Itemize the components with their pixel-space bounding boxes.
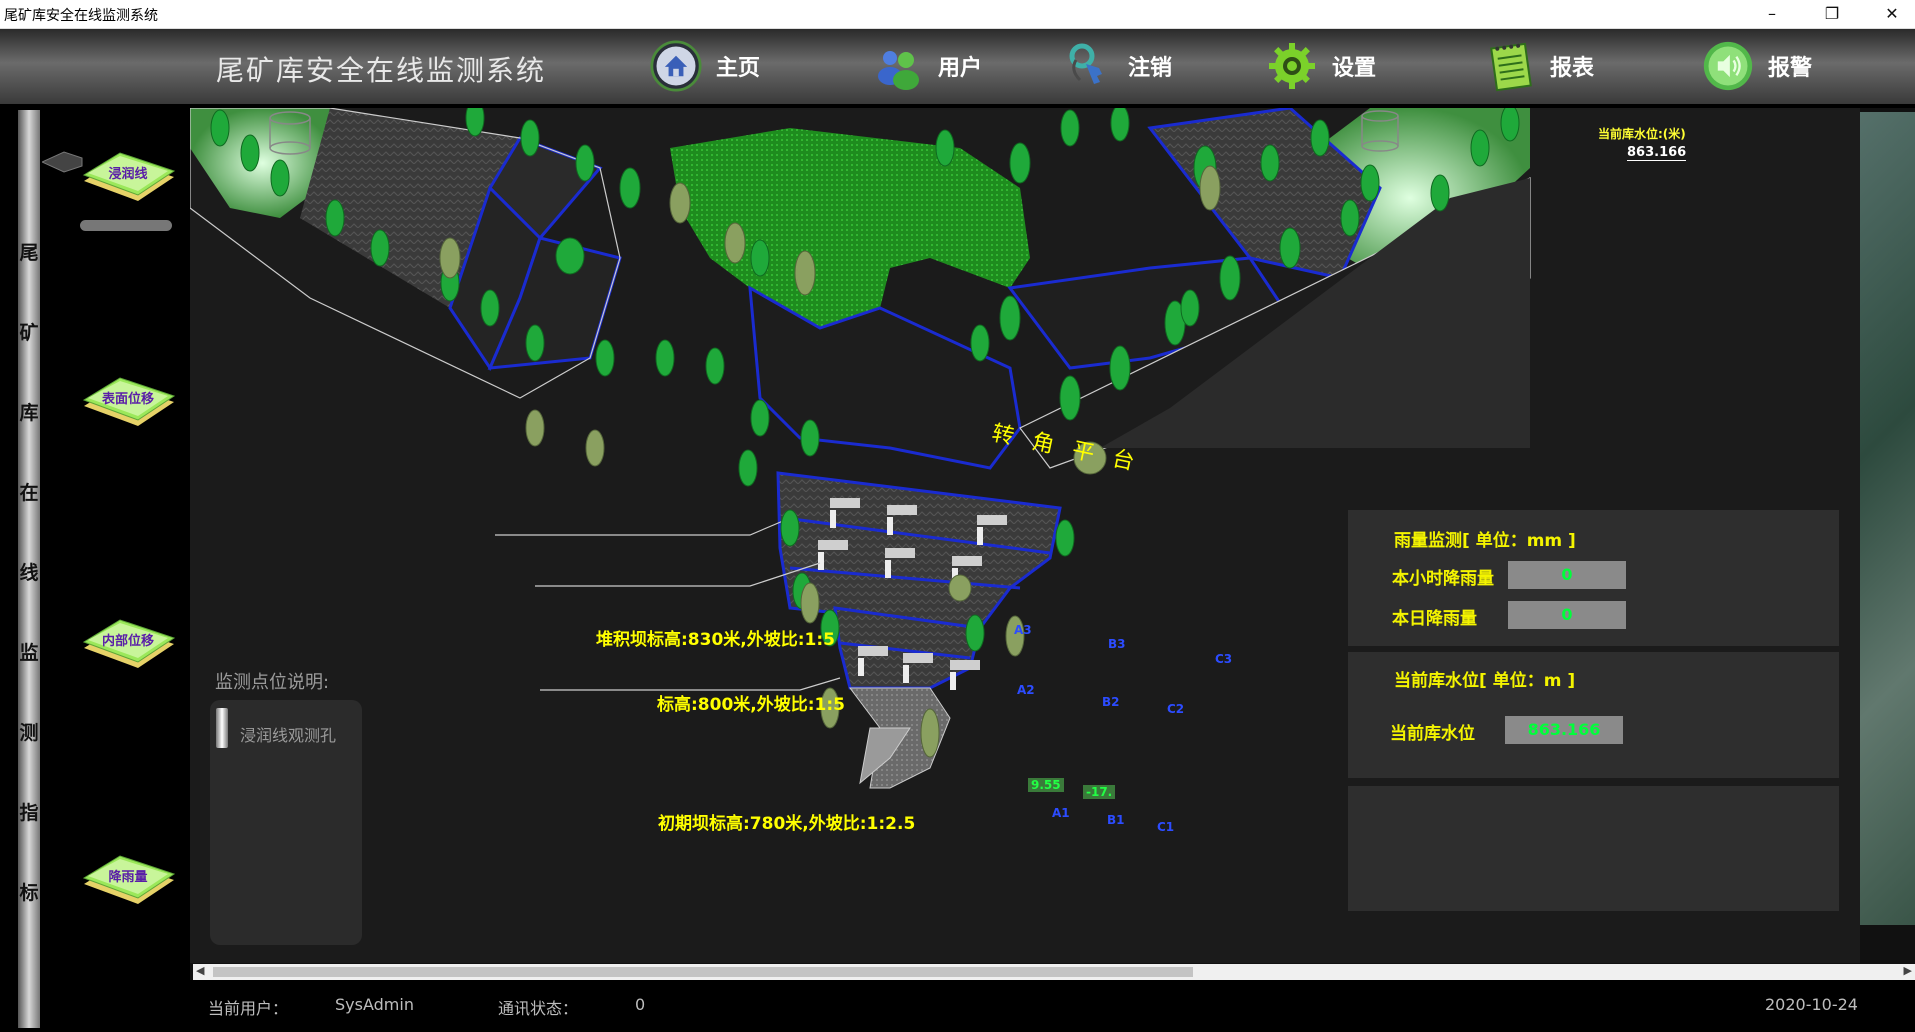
nav-users-label: 用户 xyxy=(938,56,983,81)
satellite-image xyxy=(1860,112,1915,925)
hourly-rain-value: 0 xyxy=(1508,561,1626,589)
annotation-800m: 标高:800米,外坡比:1:5 xyxy=(657,695,845,715)
status-bar: 当前用户： SysAdmin 通讯状态： 0 2020-10-24 xyxy=(190,980,1915,1032)
point-label[interactable]: B1 xyxy=(1107,813,1125,827)
nav-home-label: 主页 xyxy=(716,56,761,81)
nav-logout[interactable]: 注销 xyxy=(1062,36,1172,96)
window-title: 尾矿库安全在线监测系统 xyxy=(4,8,158,24)
minimize-button[interactable]: – xyxy=(1752,2,1792,26)
restore-button[interactable]: ❐ xyxy=(1812,2,1852,26)
key-icon xyxy=(1062,40,1114,92)
gear-icon xyxy=(1266,40,1318,92)
rain-monitor-panel: 雨量监测[ 单位：mm ] 本小时降雨量 0 本日降雨量 0 xyxy=(1348,510,1839,646)
app-title: 尾矿库安全在线监测系统 xyxy=(216,54,547,87)
hourly-rain-label: 本小时降雨量 xyxy=(1392,569,1494,589)
nav-reports-label: 报表 xyxy=(1550,56,1595,81)
water-level-overlay-value: 863.166 xyxy=(1627,145,1687,161)
nav-settings-label: 设置 xyxy=(1332,56,1377,81)
home-icon xyxy=(650,40,702,92)
forest-patch xyxy=(670,128,1030,328)
sidebar-item-internal-displacement[interactable]: 内部位移 xyxy=(80,614,176,672)
well-icon xyxy=(216,708,228,748)
legend-title: 监测点位说明: xyxy=(215,672,330,693)
annotation-830m: 堆积坝标高:830米,外坡比:1:5 xyxy=(596,630,835,650)
annotation-780m: 初期坝标高:780米,外坡比:1:2.5 xyxy=(658,814,916,834)
vertical-title-char: 库 xyxy=(19,402,39,424)
nav-users[interactable]: 用户 xyxy=(872,36,982,96)
users-icon xyxy=(872,40,924,92)
vertical-title-char: 线 xyxy=(19,562,39,584)
status-date: 2020-10-24 xyxy=(1765,995,1858,1014)
legend-panel: 浸润线观测孔 xyxy=(210,700,362,945)
notepad-icon xyxy=(1484,40,1536,92)
close-button[interactable]: ✕ xyxy=(1872,2,1912,26)
vertical-title-char: 标 xyxy=(19,882,39,904)
point-label[interactable]: C3 xyxy=(1215,652,1232,666)
water-level-label: 当前库水位 xyxy=(1390,724,1475,744)
current-user-label: 当前用户： xyxy=(208,999,289,1018)
turning-platform xyxy=(748,285,1022,470)
nav-alarm[interactable]: 报警 xyxy=(1702,36,1812,96)
sidebar-item-label: 浸润线 xyxy=(108,167,148,182)
comm-status-label: 通讯状态： xyxy=(498,999,579,1018)
empty-panel xyxy=(1348,786,1839,911)
nav-logout-label: 注销 xyxy=(1128,56,1173,81)
scroll-right-icon[interactable]: ▶ xyxy=(1904,964,1912,977)
selected-pointer-icon xyxy=(42,151,83,173)
comm-status-value: 0 xyxy=(635,995,646,1014)
scroll-left-icon[interactable]: ◀ xyxy=(196,964,204,977)
vertical-title-char: 监 xyxy=(19,642,39,664)
selected-indicator-bar xyxy=(80,220,172,231)
scrollbar-thumb[interactable] xyxy=(213,967,1193,977)
daily-rain-value: 0 xyxy=(1508,601,1626,629)
sidebar-item-label: 表面位移 xyxy=(101,392,154,407)
horizontal-scrollbar[interactable]: ◀ ▶ xyxy=(193,964,1915,980)
legend-item-label: 浸润线观测孔 xyxy=(240,726,337,745)
sidebar-vertical-title: 尾 矿 库 在 线 监 测 指 标 xyxy=(18,110,40,1028)
sidebar-item-rainfall[interactable]: 降雨量 xyxy=(80,850,176,908)
nav-alarm-label: 报警 xyxy=(1768,56,1813,81)
vertical-title-char: 指 xyxy=(19,802,39,824)
vertical-title-char: 在 xyxy=(19,482,39,504)
point-label[interactable]: B2 xyxy=(1102,695,1120,709)
point-label[interactable]: C1 xyxy=(1157,820,1174,834)
nav-home[interactable]: 主页 xyxy=(650,36,760,96)
dam-tier-upper xyxy=(776,471,1062,630)
water-panel-heading: 当前库水位[ 单位：m ] xyxy=(1394,671,1576,691)
sidebar-item-surface-displacement[interactable]: 表面位移 xyxy=(80,372,176,430)
rain-panel-heading: 雨量监测[ 单位：mm ] xyxy=(1394,531,1576,551)
water-level-panel: 当前库水位[ 单位：m ] 当前库水位 863.166 xyxy=(1348,652,1839,778)
reading-a1: 9.55 xyxy=(1028,778,1064,792)
window-titlebar: 尾矿库安全在线监测系统 – ❐ ✕ xyxy=(0,0,1915,29)
nav-settings[interactable]: 设置 xyxy=(1266,36,1376,96)
sidebar-item-seepage-line[interactable]: 浸润线 xyxy=(80,147,176,205)
current-user-value: SysAdmin xyxy=(335,995,414,1014)
vertical-title-char: 尾 xyxy=(19,242,39,264)
point-label[interactable]: A3 xyxy=(1014,623,1032,637)
speaker-icon xyxy=(1702,40,1754,92)
water-level-overlay-label: 当前库水位:(米) xyxy=(1598,127,1686,141)
point-label[interactable]: A2 xyxy=(1017,683,1035,697)
point-label[interactable]: C2 xyxy=(1167,702,1184,716)
water-level-value: 863.166 xyxy=(1505,716,1623,744)
vertical-title-char: 测 xyxy=(19,722,39,744)
app-header: 尾矿库安全在线监测系统 主页 用户 注销 设置 报表 报警 xyxy=(0,29,1915,108)
sidebar-item-label: 降雨量 xyxy=(108,870,148,885)
nav-reports[interactable]: 报表 xyxy=(1484,36,1594,96)
point-label[interactable]: B3 xyxy=(1108,637,1126,651)
daily-rain-label: 本日降雨量 xyxy=(1392,609,1477,629)
vertical-title-char: 矿 xyxy=(19,322,39,344)
reading-b1: -17. xyxy=(1083,785,1116,799)
point-label[interactable]: A1 xyxy=(1052,806,1070,820)
sidebar-item-label: 内部位移 xyxy=(101,634,154,649)
